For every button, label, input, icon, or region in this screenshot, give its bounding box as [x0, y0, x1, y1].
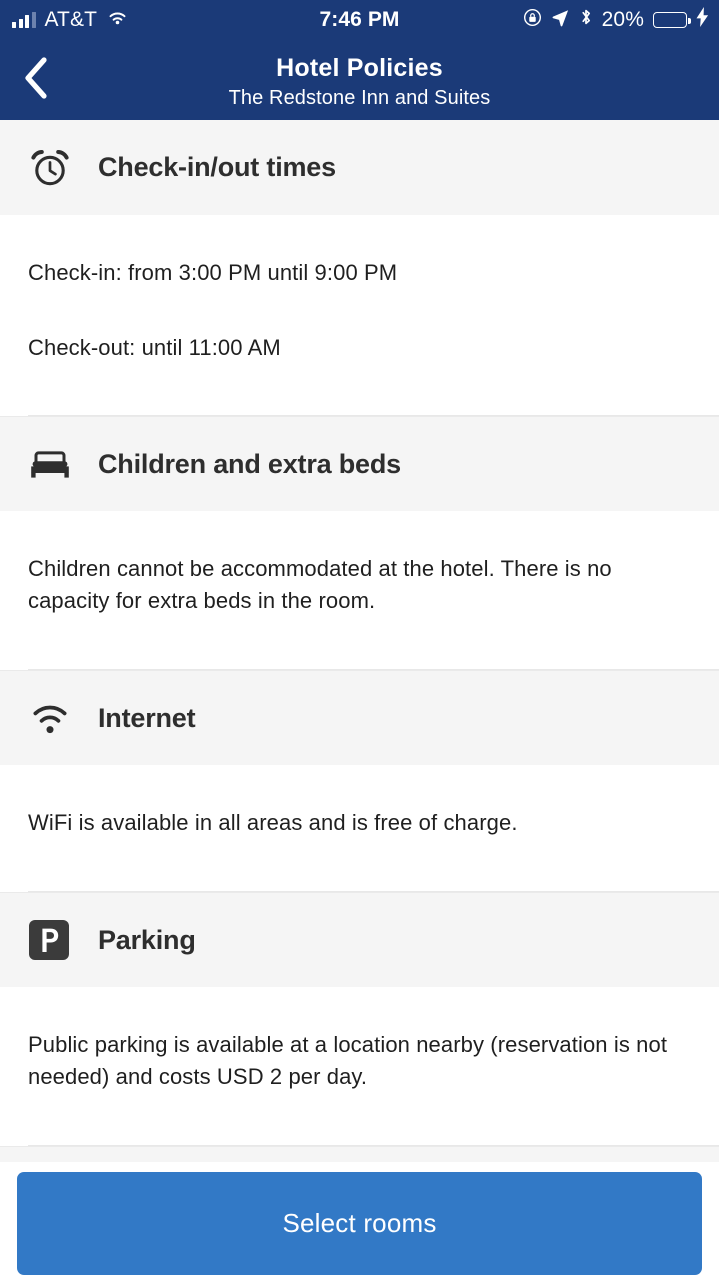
section-body-internet: WiFi is available in all areas and is fr…	[0, 765, 719, 891]
section-body-check-in-out-times: Check-in: from 3:00 PM until 9:00 PM Che…	[0, 215, 719, 415]
section-title: Internet	[98, 702, 196, 733]
internet-paragraph: WiFi is available in all areas and is fr…	[28, 810, 518, 835]
section-header-parking[interactable]: Parking	[0, 892, 719, 987]
chevron-left-icon	[22, 56, 50, 105]
select-rooms-button[interactable]: Select rooms	[17, 1172, 702, 1275]
rotation-lock-icon	[523, 8, 542, 33]
page-subtitle: The Redstone Inn and Suites	[228, 87, 491, 109]
location-arrow-icon	[551, 8, 570, 33]
battery-percent-label: 20%	[601, 8, 644, 31]
status-bar-right: 20%	[523, 7, 709, 33]
section-header-children-and-extra-beds[interactable]: Children and extra beds	[0, 416, 719, 511]
status-bar-left: AT&T	[0, 8, 129, 32]
bottom-cta-bar: Select rooms	[0, 1162, 719, 1280]
phone-screen: AT&T 7:46 PM 20% Hotel Policies The Reds…	[0, 0, 719, 1280]
bluetooth-icon	[579, 7, 593, 33]
back-button[interactable]	[10, 54, 62, 106]
signal-bars-icon	[12, 12, 36, 28]
nav-titles: Hotel Policies The Redstone Inn and Suit…	[70, 52, 649, 112]
charging-bolt-icon	[696, 7, 709, 33]
section-header-check-in-out-times[interactable]: Check-in/out times	[0, 120, 719, 215]
nav-header: Hotel Policies The Redstone Inn and Suit…	[0, 40, 719, 120]
check-out-line: Check-out: until 11:00 AM	[28, 335, 281, 360]
section-body-children-and-extra-beds: Children cannot be accommodated at the h…	[0, 511, 719, 669]
parking-paragraph: Public parking is available at a locatio…	[28, 1032, 668, 1089]
alarm-clock-icon	[28, 146, 74, 190]
battery-icon	[653, 12, 691, 28]
section-title: Check-in/out times	[98, 152, 336, 182]
children-paragraph: Children cannot be accommodated at the h…	[28, 556, 612, 613]
section-title: Children and extra beds	[98, 448, 401, 479]
policies-list[interactable]: Check-in/out times Check-in: from 3:00 P…	[0, 120, 719, 1280]
check-in-line: Check-in: from 3:00 PM until 9:00 PM	[28, 260, 398, 285]
wifi-icon	[106, 8, 129, 32]
carrier-label: AT&T	[44, 8, 98, 31]
wifi-icon	[28, 699, 74, 737]
parking-p-icon	[28, 919, 74, 961]
section-title: Parking	[98, 924, 196, 955]
bed-icon	[28, 446, 74, 482]
page-title: Hotel Policies	[276, 54, 443, 82]
status-bar: AT&T 7:46 PM 20%	[0, 0, 719, 40]
section-body-parking: Public parking is available at a locatio…	[0, 987, 719, 1145]
section-header-internet[interactable]: Internet	[0, 670, 719, 765]
